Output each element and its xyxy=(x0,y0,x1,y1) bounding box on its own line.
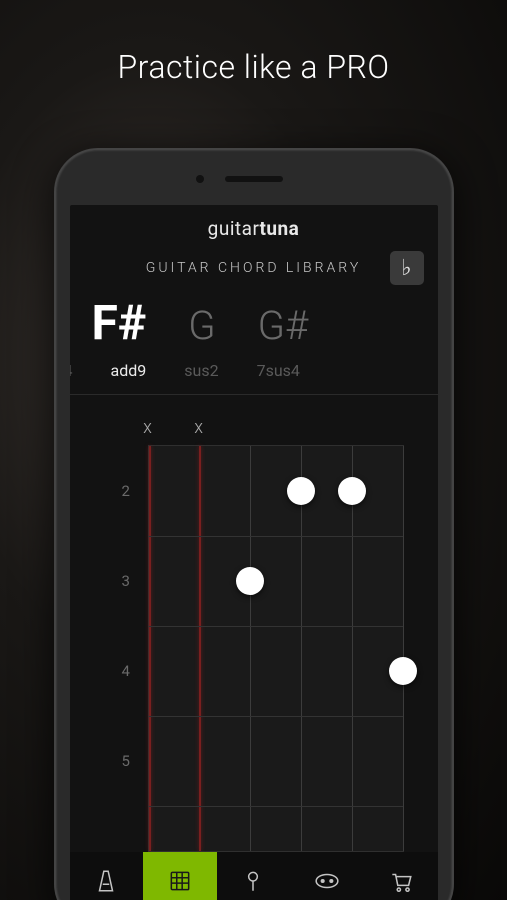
nav-games[interactable]: Games xyxy=(290,852,364,900)
string-line xyxy=(352,446,353,851)
nav-metronome[interactable]: Metronome xyxy=(70,852,144,900)
finger-dot xyxy=(389,657,417,685)
logo-prefix: guitar xyxy=(208,217,260,240)
fret-number: 5 xyxy=(122,752,130,770)
string-line xyxy=(403,446,404,851)
note-option[interactable]: G# xyxy=(258,302,309,349)
fret-number: 4 xyxy=(122,662,130,680)
nav-tuner[interactable]: Tuner xyxy=(217,852,291,900)
chord-diagram: x x 2 3 4 5 xyxy=(70,395,438,852)
fretboard xyxy=(148,445,404,852)
page-title: GUITAR CHORD LIBRARY xyxy=(146,260,361,276)
string-line xyxy=(149,446,151,851)
games-icon xyxy=(312,866,342,896)
flat-icon: ♭ xyxy=(401,256,411,281)
fret-line xyxy=(149,626,403,627)
muted-string-mark: x xyxy=(194,417,203,438)
note-option[interactable]: G xyxy=(188,302,215,349)
string-line xyxy=(199,446,201,851)
fret-line xyxy=(149,716,403,717)
chord-type-selector[interactable]: 4 add9 sus2 7sus4 xyxy=(70,355,438,394)
tuner-icon xyxy=(238,866,268,896)
fret-line xyxy=(149,806,403,807)
promo-headline: Practice like a PRO xyxy=(0,0,507,86)
chord-type-option[interactable]: 7sus4 xyxy=(257,361,300,380)
app-logo: guitartuna xyxy=(70,205,438,246)
chord-type-option-selected[interactable]: add9 xyxy=(111,361,147,380)
shop-icon xyxy=(386,866,416,896)
phone-speaker xyxy=(225,176,283,182)
phone-frame: guitartuna GUITAR CHORD LIBRARY ♭ F# G G… xyxy=(54,148,454,900)
finger-dot xyxy=(236,567,264,595)
finger-dot xyxy=(338,477,366,505)
nav-chords[interactable]: Chords xyxy=(143,852,217,900)
chord-type-option-clip[interactable]: 4 xyxy=(70,361,73,380)
flat-toggle-button[interactable]: ♭ xyxy=(390,251,424,285)
fret-number: 3 xyxy=(122,572,130,590)
metronome-icon xyxy=(91,866,121,896)
bottom-nav: Metronome Chords Tuner Games xyxy=(70,852,438,900)
fret-number: 2 xyxy=(122,482,130,500)
chord-type-option[interactable]: sus2 xyxy=(184,361,218,380)
nav-shop[interactable]: Shop xyxy=(364,852,438,900)
string-line xyxy=(301,446,302,851)
phone-sensor xyxy=(196,175,204,183)
muted-string-mark: x xyxy=(143,417,152,438)
string-line xyxy=(250,446,251,851)
fret-line xyxy=(149,536,403,537)
note-option-selected[interactable]: F# xyxy=(92,294,147,351)
note-selector[interactable]: F# G G# xyxy=(70,294,438,355)
title-row: GUITAR CHORD LIBRARY ♭ xyxy=(70,246,438,294)
app-screen: guitartuna GUITAR CHORD LIBRARY ♭ F# G G… xyxy=(70,205,438,900)
logo-suffix: tuna xyxy=(259,217,299,240)
chords-icon xyxy=(165,866,195,896)
finger-dot xyxy=(287,477,315,505)
